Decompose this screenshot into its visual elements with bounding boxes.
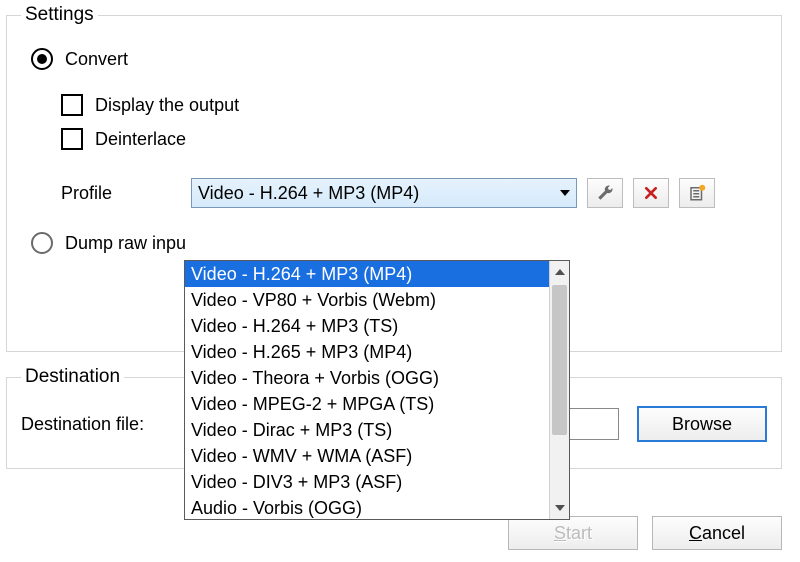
- delete-profile-button[interactable]: [633, 178, 669, 208]
- deinterlace-label: Deinterlace: [95, 129, 186, 150]
- dropdown-scrollbar[interactable]: [549, 261, 569, 519]
- new-profile-button[interactable]: [679, 178, 715, 208]
- profile-option[interactable]: Video - MPEG-2 + MPGA (TS): [185, 391, 549, 417]
- convert-label: Convert: [65, 49, 128, 70]
- browse-button-label: Browse: [672, 414, 732, 435]
- chevron-down-icon: [560, 190, 570, 196]
- scroll-down-button[interactable]: [550, 497, 569, 519]
- cancel-button[interactable]: Cancel: [652, 516, 782, 550]
- dialog-buttons: Start Cancel: [494, 516, 782, 550]
- dump-raw-label: Dump raw input: [65, 233, 185, 254]
- wrench-icon: [596, 184, 614, 202]
- cancel-button-label: Cancel: [689, 523, 745, 544]
- profile-option[interactable]: Video - WMV + WMA (ASF): [185, 443, 549, 469]
- profile-option[interactable]: Video - H.264 + MP3 (MP4): [185, 261, 549, 287]
- start-button[interactable]: Start: [508, 516, 638, 550]
- profile-selected-value: Video - H.264 + MP3 (MP4): [198, 183, 419, 204]
- browse-button[interactable]: Browse: [637, 406, 767, 442]
- start-button-label: Start: [554, 523, 592, 544]
- profile-option[interactable]: Video - Theora + Vorbis (OGG): [185, 365, 549, 391]
- dump-raw-radio[interactable]: [31, 232, 53, 254]
- profile-option[interactable]: Video - H.265 + MP3 (MP4): [185, 339, 549, 365]
- settings-legend: Settings: [21, 4, 98, 26]
- destination-file-label: Destination file:: [21, 414, 185, 435]
- profile-option[interactable]: Audio - Vorbis (OGG): [185, 495, 549, 519]
- edit-profile-button[interactable]: [587, 178, 623, 208]
- scroll-up-button[interactable]: [550, 261, 569, 283]
- profile-dropdown[interactable]: Video - H.264 + MP3 (MP4): [191, 178, 577, 208]
- scroll-thumb[interactable]: [552, 285, 567, 435]
- destination-legend: Destination: [21, 366, 124, 388]
- display-output-label: Display the output: [95, 95, 239, 116]
- delete-icon: [643, 185, 659, 201]
- display-output-checkbox[interactable]: [61, 94, 83, 116]
- profile-option[interactable]: Video - VP80 + Vorbis (Webm): [185, 287, 549, 313]
- profile-option[interactable]: Video - H.264 + MP3 (TS): [185, 313, 549, 339]
- profile-label: Profile: [61, 183, 191, 204]
- profile-option[interactable]: Video - DIV3 + MP3 (ASF): [185, 469, 549, 495]
- convert-radio[interactable]: [31, 48, 53, 70]
- profile-dropdown-list[interactable]: Video - H.264 + MP3 (MP4)Video - VP80 + …: [184, 260, 570, 520]
- new-profile-icon: [688, 184, 706, 202]
- profile-option[interactable]: Video - Dirac + MP3 (TS): [185, 417, 549, 443]
- deinterlace-checkbox[interactable]: [61, 128, 83, 150]
